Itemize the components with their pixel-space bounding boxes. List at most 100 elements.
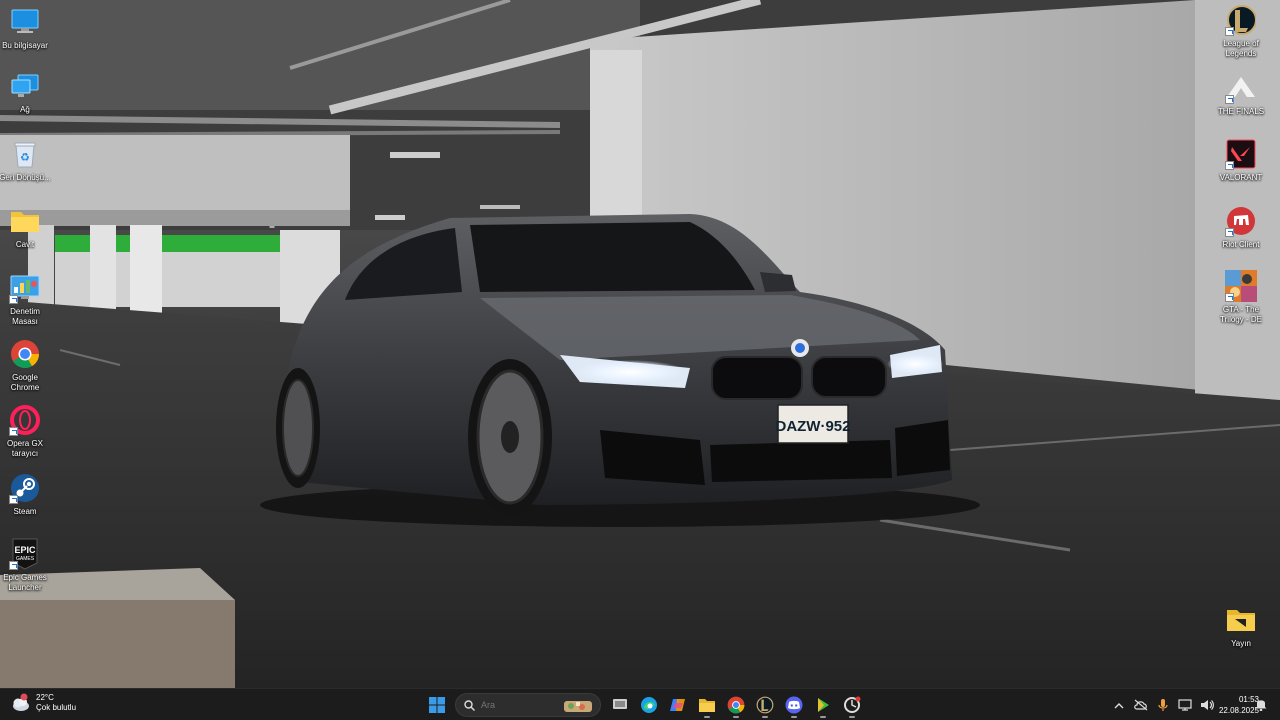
desktop-icon-label: Denetim Masası: [10, 307, 40, 326]
desktop-icon-label: VALORANT: [1219, 173, 1263, 182]
svg-text:EPIC: EPIC: [14, 545, 36, 555]
clock-time: 01:53: [1238, 695, 1259, 704]
taskbar-task-view[interactable]: [607, 692, 633, 718]
taskbar-chrome[interactable]: [723, 692, 749, 718]
desktop-icon-geri-donusum[interactable]: ♻ Geri Dönüşü...: [0, 138, 52, 183]
control-panel-icon: [9, 272, 41, 304]
weather-temperature: 22°C: [36, 693, 54, 702]
desktop-icon-google-chrome[interactable]: Google Chrome: [0, 338, 52, 393]
desktop-icon-label: Yayın: [1231, 639, 1251, 648]
folder-icon: [9, 205, 41, 237]
desktop-icon-epic-games[interactable]: EPIC GAMES Epic Games Launcher: [0, 538, 52, 593]
chrome-icon: [9, 338, 41, 370]
cloud-slash-icon: [1134, 699, 1148, 711]
cloud-icon: [13, 693, 29, 711]
recycle-bin-icon: ♻: [9, 138, 41, 170]
taskbar-file-explorer[interactable]: [694, 692, 720, 718]
desktop-icon-label: Bu bilgisayar: [2, 41, 48, 50]
desktop-icon-label: Opera GX tarayıcı: [6, 439, 43, 458]
gta-trilogy-icon: [1225, 270, 1257, 302]
steam-icon: [9, 472, 41, 504]
desktop-icon-steam[interactable]: Steam: [0, 472, 52, 517]
desktop-icon-denetim-masasi[interactable]: Denetim Masası: [0, 272, 52, 327]
start-button[interactable]: [424, 692, 450, 718]
taskbar-app-circle[interactable]: [839, 692, 865, 718]
weather-widget[interactable]: 22°C Çok bulutlu: [10, 693, 76, 713]
app-circle-icon: [843, 696, 860, 713]
desktop-icon-label: Geri Dönüşü...: [0, 173, 51, 182]
desktop-icon-opera-gx[interactable]: Opera GX tarayıcı: [0, 404, 52, 459]
network-icon: [1178, 699, 1192, 711]
shortcut-arrow-icon: [1225, 95, 1234, 104]
task-view-icon: [612, 699, 627, 709]
shortcut-arrow-icon: [9, 561, 18, 570]
desktop-icon-label: Epic Games Launcher: [3, 573, 47, 592]
taskbar-apps: [422, 692, 866, 718]
taskbar-copilot[interactable]: [665, 692, 691, 718]
show-hidden-icons-button[interactable]: [1109, 695, 1129, 715]
folder-icon: [698, 698, 715, 712]
shortcut-arrow-icon: [9, 427, 18, 436]
discord-icon: [785, 696, 802, 714]
the-finals-icon: [1225, 72, 1257, 104]
desktop-icon-label: Google Chrome: [10, 373, 40, 392]
desktop-icon-label: GTA - The Trilogy - DE: [1220, 305, 1262, 324]
desktop-icon-label: Riot Client: [1222, 240, 1260, 249]
league-of-legends-icon: [1225, 4, 1257, 36]
desktop-icon-label: Ağ: [20, 105, 30, 114]
chrome-icon: [727, 696, 744, 714]
weather-condition: Çok bulutlu: [36, 703, 77, 712]
bell-icon: [1255, 700, 1267, 712]
shortcut-arrow-icon: [1225, 27, 1234, 36]
tray-cloud-button[interactable]: [1131, 695, 1151, 715]
epic-games-icon: EPIC GAMES: [9, 538, 41, 570]
copilot-icon: [669, 699, 685, 711]
shortcut-arrow-icon: [9, 295, 18, 304]
shortcut-arrow-icon: [1225, 293, 1234, 302]
desktop-icon-gta-trilogy[interactable]: GTA - The Trilogy - DE: [1214, 270, 1268, 325]
taskbar-clock[interactable]: 01:53 22.08.2025: [1203, 694, 1259, 716]
shortcut-arrow-icon: [1225, 228, 1234, 237]
taskbar-league-of-legends[interactable]: [752, 692, 778, 718]
shortcut-arrow-icon: [1225, 161, 1234, 170]
play-icon: [817, 698, 829, 712]
desktop-icon-riot-client[interactable]: Riot Client: [1214, 205, 1268, 250]
taskbar-media-player[interactable]: [810, 692, 836, 718]
parking-garage-car-wallpaper: DAZW·952: [0, 0, 1280, 688]
desktop-icon-label: Steam: [13, 507, 37, 516]
valorant-icon: [1225, 138, 1257, 170]
desktop-icon-yayin[interactable]: Yayın: [1214, 604, 1268, 649]
search-highlight-illustration-icon: [564, 701, 592, 712]
taskbar-search[interactable]: [455, 693, 601, 717]
desktop-icon-valorant[interactable]: VALORANT: [1214, 138, 1268, 183]
svg-text:GAMES: GAMES: [16, 556, 35, 562]
tray-network-button[interactable]: [1175, 695, 1195, 715]
taskbar: 22°C Çok bulutlu Ara 01:53 22.08.2025: [0, 688, 1280, 720]
desktop-icon-the-finals[interactable]: THE FINALS: [1214, 72, 1268, 117]
taskbar-discord[interactable]: [781, 692, 807, 718]
search-icon: [464, 699, 475, 711]
desktop-icon-ag[interactable]: Ağ: [0, 70, 52, 115]
search-input[interactable]: [481, 700, 561, 710]
system-tray: [1108, 689, 1218, 720]
desktop-icon-label: League of Legends: [1223, 39, 1259, 58]
taskbar-edge[interactable]: [636, 692, 662, 718]
folder-icon: [1225, 604, 1257, 636]
desktop-icon-league-of-legends[interactable]: League of Legends: [1214, 4, 1268, 59]
monitor-icon: [9, 6, 41, 38]
chevron-up-icon: [1114, 702, 1124, 708]
tray-microphone-button[interactable]: [1153, 695, 1173, 715]
notification-center-button[interactable]: [1254, 697, 1268, 716]
edge-icon: [640, 697, 657, 713]
desktop-icon-label: THE FINALS: [1217, 107, 1265, 116]
clock-date: 22.08.2025: [1218, 706, 1259, 715]
desktop-icon-cavit[interactable]: Cavit: [0, 205, 52, 250]
riot-client-icon: [1225, 205, 1257, 237]
desktop-wallpaper: DAZW·952: [0, 0, 1280, 688]
network-icon: [9, 70, 41, 102]
desktop-icon-label: Cavit: [15, 240, 35, 249]
svg-text:♻: ♻: [20, 151, 30, 164]
windows-logo-icon: [428, 697, 445, 713]
shortcut-arrow-icon: [9, 495, 18, 504]
desktop-icon-bu-bilgisayar[interactable]: Bu bilgisayar: [0, 6, 52, 51]
